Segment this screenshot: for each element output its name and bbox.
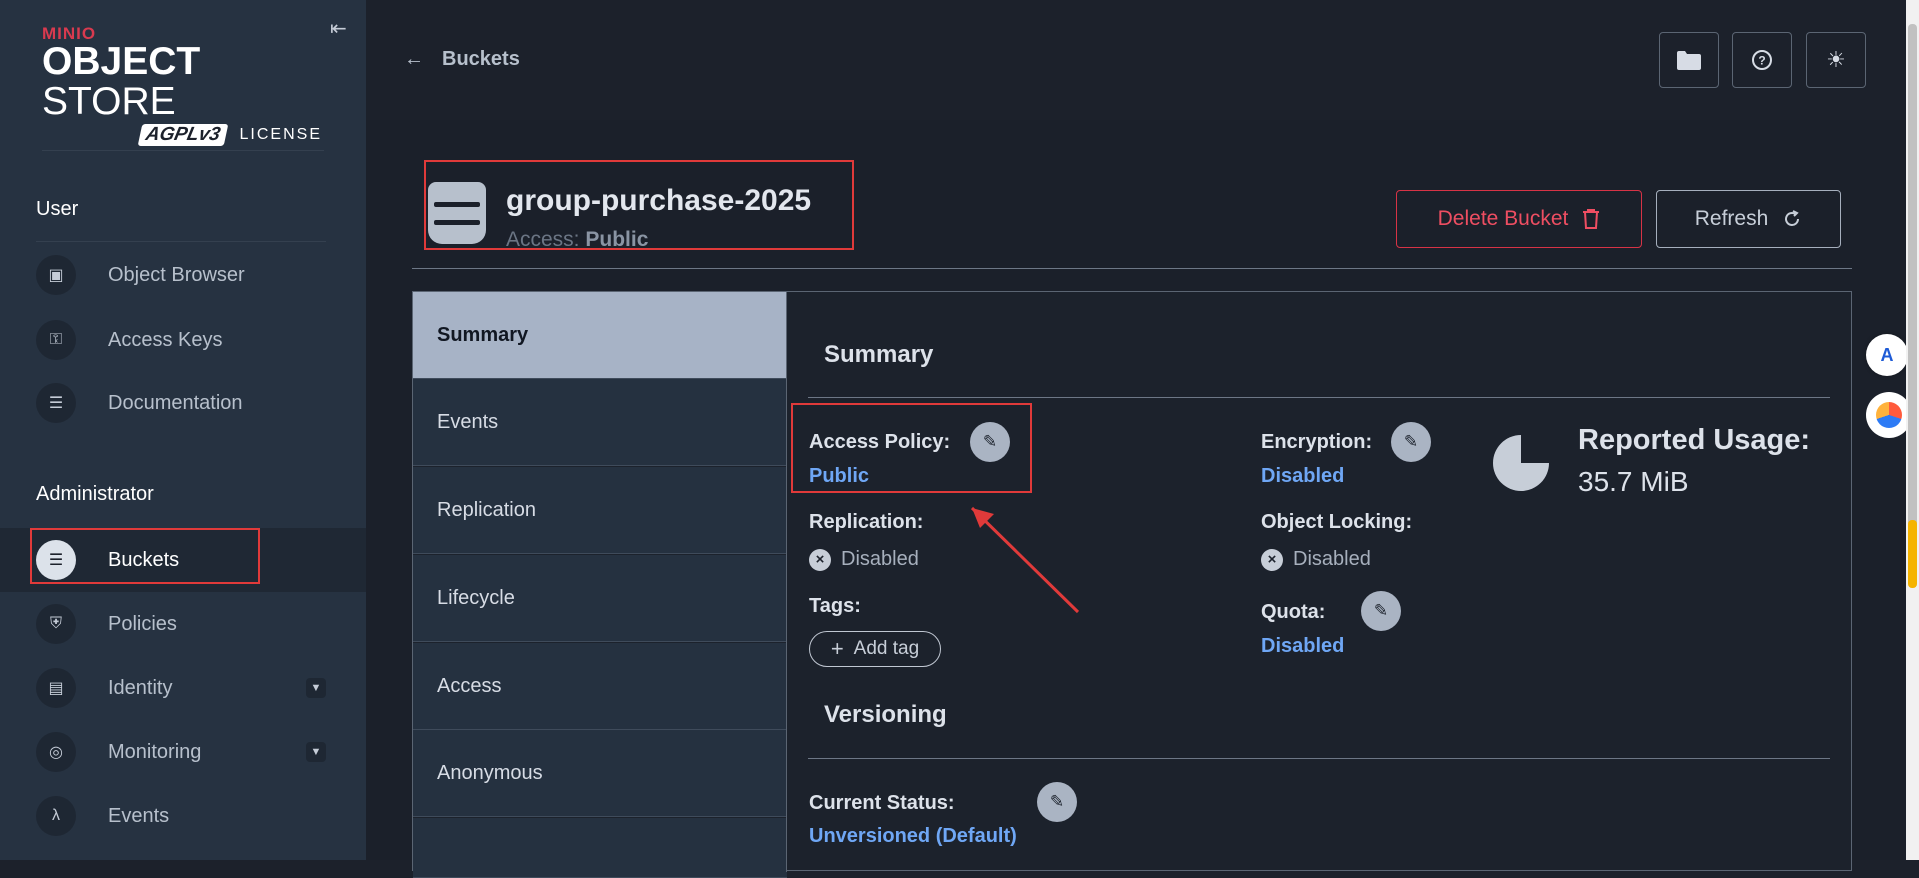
- versioning-status-label: Current Status:: [809, 792, 955, 814]
- folder-button[interactable]: [1659, 32, 1719, 88]
- theme-toggle-icon: ☀: [1826, 47, 1846, 72]
- sidebar-item-documentation[interactable]: ☰ Documentation: [0, 373, 366, 433]
- object-locking-label: Object Locking:: [1261, 511, 1413, 533]
- object-locking-status: × Disabled: [1261, 548, 1371, 571]
- monitoring-icon: ◎: [36, 732, 76, 772]
- plus-icon: +: [830, 636, 844, 661]
- help-button[interactable]: ?: [1732, 32, 1792, 88]
- divider: [808, 397, 1830, 398]
- summary-title: Summary: [824, 341, 934, 368]
- documentation-icon: ☰: [36, 383, 76, 423]
- theme-toggle-button[interactable]: ☀: [1806, 32, 1866, 88]
- arrow-left-icon: ←: [404, 48, 424, 70]
- versioning-status-value[interactable]: Unversioned (Default): [809, 825, 1017, 848]
- replication-status: × Disabled: [809, 548, 919, 571]
- close-circle-icon: ×: [809, 548, 831, 571]
- section-title-administrator: Administrator: [36, 483, 154, 505]
- tab-events[interactable]: Events: [413, 379, 787, 466]
- tab-more[interactable]: [413, 818, 787, 878]
- tab-replication[interactable]: Replication: [413, 467, 787, 554]
- sidebar-item-label: Monitoring: [108, 740, 202, 763]
- sidebar-item-label: Policies: [108, 612, 177, 635]
- annotation-arrow: [970, 506, 1080, 614]
- divider: [42, 150, 324, 151]
- tab-summary[interactable]: Summary: [413, 292, 787, 379]
- back-label: Buckets: [442, 48, 520, 70]
- chevron-down-icon[interactable]: ▼: [306, 678, 326, 698]
- annotation-highlight-bucket-header: [424, 160, 854, 250]
- sidebar-item-events[interactable]: λ Events: [0, 786, 366, 846]
- sidebar: MINIO OBJECT STORE AGPLv3 LICENSE ⇤ User…: [0, 0, 366, 860]
- refresh-button[interactable]: Refresh: [1656, 190, 1841, 248]
- divider: [412, 268, 1852, 269]
- tags-label: Tags:: [809, 595, 861, 617]
- chevron-down-icon[interactable]: ▼: [306, 742, 326, 762]
- reported-usage-label: Reported Usage:: [1578, 424, 1811, 456]
- svg-text:?: ?: [1758, 54, 1765, 68]
- agpl-badge: AGPLv3: [137, 124, 228, 146]
- divider: [786, 292, 787, 872]
- tab-access[interactable]: Access: [413, 643, 787, 730]
- section-title-user: User: [36, 198, 79, 220]
- sidebar-item-label: Events: [108, 804, 170, 827]
- sidebar-item-policies[interactable]: ⛨ Policies: [0, 594, 366, 654]
- edit-versioning-button[interactable]: ✎: [1037, 782, 1077, 822]
- trash-icon: [1583, 209, 1600, 229]
- help-icon: ?: [1752, 50, 1772, 70]
- back-to-buckets-link[interactable]: ← Buckets: [404, 48, 520, 71]
- annotation-highlight-access-policy: [791, 403, 1032, 493]
- replication-label: Replication:: [809, 511, 924, 533]
- divider: [36, 241, 326, 242]
- folder-icon: [1677, 51, 1701, 70]
- delete-bucket-button[interactable]: Delete Bucket: [1396, 190, 1642, 248]
- edit-encryption-button[interactable]: ✎: [1391, 422, 1431, 462]
- refresh-icon: [1785, 210, 1800, 226]
- add-tag-button[interactable]: + Add tag: [809, 631, 941, 667]
- divider: [808, 758, 1830, 759]
- versioning-title: Versioning: [824, 701, 947, 728]
- quota-value[interactable]: Disabled: [1261, 635, 1344, 658]
- reported-usage-value: 35.7 MiB: [1578, 466, 1689, 497]
- object-browser-icon: ▣: [36, 255, 76, 295]
- access-keys-icon: ⚿: [36, 320, 76, 360]
- id-card-icon: ▤: [36, 668, 76, 708]
- shield-icon: ⛨: [36, 604, 76, 644]
- lambda-icon: λ: [36, 796, 76, 836]
- minio-logo: MINIO OBJECT STORE AGPLv3 LICENSE: [42, 24, 342, 146]
- usage-pie-icon: [1493, 435, 1549, 491]
- sidebar-item-identity[interactable]: ▤ Identity ▼: [0, 658, 366, 718]
- tab-lifecycle[interactable]: Lifecycle: [413, 555, 787, 642]
- encryption-value[interactable]: Disabled: [1261, 465, 1344, 488]
- collapse-sidebar-icon[interactable]: ⇤: [330, 16, 352, 40]
- sidebar-item-object-browser[interactable]: ▣ Object Browser: [0, 245, 366, 305]
- encryption-label: Encryption:: [1261, 431, 1373, 453]
- sidebar-item-label: Documentation: [108, 391, 243, 414]
- sidebar-item-access-keys[interactable]: ⚿ Access Keys: [0, 310, 366, 370]
- close-circle-icon: ×: [1261, 548, 1283, 571]
- tab-anonymous[interactable]: Anonymous: [413, 730, 787, 817]
- translate-icon[interactable]: A: [1866, 334, 1908, 376]
- sidebar-item-label: Object Browser: [108, 263, 245, 286]
- sidebar-item-label: Access Keys: [108, 328, 223, 351]
- license-text: LICENSE: [239, 126, 322, 143]
- sidebar-item-monitoring[interactable]: ◎ Monitoring ▼: [0, 722, 366, 782]
- logo-product: OBJECT STORE: [42, 40, 201, 123]
- quota-label: Quota:: [1261, 601, 1326, 623]
- scrollbar[interactable]: [1906, 0, 1919, 860]
- edit-quota-button[interactable]: ✎: [1361, 591, 1401, 631]
- annotation-highlight-buckets: [30, 528, 260, 584]
- sidebar-item-label: Identity: [108, 676, 173, 699]
